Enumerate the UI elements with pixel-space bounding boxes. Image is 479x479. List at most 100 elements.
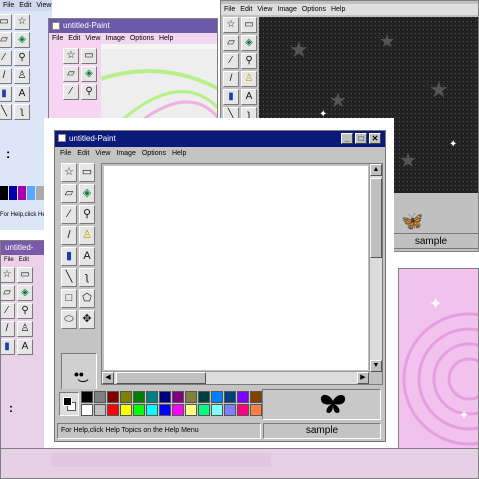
magnifier-icon[interactable]: ⚲ — [17, 303, 33, 319]
vertical-scrollbar[interactable]: ▲ ▼ — [369, 164, 382, 372]
palette-swatch[interactable] — [211, 404, 223, 416]
brush-icon[interactable]: ♙ — [79, 226, 95, 245]
text-icon[interactable]: A — [241, 89, 257, 105]
eraser-icon[interactable]: ▱ — [0, 32, 12, 48]
palette-swatch[interactable] — [198, 404, 210, 416]
menu-help[interactable]: Help — [331, 6, 345, 13]
rectangle-icon[interactable]: □ — [61, 289, 77, 308]
palette-swatch[interactable] — [120, 404, 132, 416]
fill-bucket-icon[interactable]: ◈ — [14, 32, 30, 48]
menu-help[interactable]: Help — [172, 150, 186, 157]
palette-swatch[interactable] — [185, 404, 197, 416]
menu-view[interactable]: View — [257, 6, 272, 13]
menu-view[interactable]: View — [95, 150, 110, 157]
palette-swatch[interactable] — [159, 404, 171, 416]
rect-select-icon[interactable]: ▭ — [241, 17, 257, 33]
palette-swatch[interactable] — [250, 404, 262, 416]
menu-image[interactable]: Image — [116, 150, 135, 157]
palette-swatch[interactable] — [133, 404, 145, 416]
airbrush-icon[interactable]: ▮ — [61, 247, 77, 266]
eyedropper-icon[interactable]: ⁄ — [0, 50, 12, 66]
palette-swatch[interactable] — [81, 391, 93, 403]
menu-edit[interactable]: Edit — [19, 257, 29, 263]
eraser-icon[interactable]: ▱ — [1, 285, 15, 301]
palette-swatch[interactable] — [172, 404, 184, 416]
palette-swatch[interactable] — [133, 391, 145, 403]
pencil-icon[interactable]: / — [223, 71, 239, 87]
eyedropper-icon[interactable]: ⁄ — [63, 84, 79, 100]
curve-icon[interactable]: ʅ — [14, 104, 30, 120]
scroll-left-arrow-icon[interactable]: ◀ — [102, 372, 114, 384]
lasso-icon[interactable]: ☆ — [14, 14, 30, 30]
eraser-icon[interactable]: ▱ — [63, 66, 79, 82]
foreground-color-swatch[interactable] — [63, 397, 72, 406]
menu-image[interactable]: Image — [277, 6, 296, 13]
magnifier-icon[interactable]: ⚲ — [241, 53, 257, 69]
text-icon[interactable]: A — [79, 247, 95, 266]
menu-file[interactable]: File — [3, 2, 14, 9]
magnifier-icon[interactable]: ⚲ — [79, 205, 95, 224]
palette-swatch[interactable] — [120, 391, 132, 403]
palette-swatch[interactable] — [107, 391, 119, 403]
menu-options[interactable]: Options — [130, 35, 154, 42]
paint-titlebar[interactable]: untitled-Paint _ □ ✕ — [55, 131, 385, 147]
airbrush-icon[interactable]: ▮ — [223, 89, 239, 105]
free-select-icon[interactable]: ☆ — [223, 17, 239, 33]
menu-options[interactable]: Options — [302, 6, 326, 13]
palette-swatch[interactable] — [237, 391, 249, 403]
menu-file[interactable]: File — [60, 150, 71, 157]
brush-icon[interactable]: ♙ — [14, 68, 30, 84]
palette-swatch[interactable] — [146, 404, 158, 416]
palette-swatch[interactable] — [185, 391, 197, 403]
palette-swatch[interactable] — [250, 391, 262, 403]
palette-swatch[interactable] — [172, 391, 184, 403]
horizontal-scroll-thumb[interactable] — [116, 372, 206, 384]
vertical-scroll-thumb[interactable] — [370, 178, 382, 258]
menu-image[interactable]: Image — [105, 35, 124, 42]
palette-swatch[interactable] — [107, 404, 119, 416]
palette-swatch[interactable] — [237, 404, 249, 416]
palette-swatch[interactable] — [198, 391, 210, 403]
fill-bucket-icon[interactable]: ◈ — [17, 285, 33, 301]
text-icon[interactable]: A — [17, 339, 33, 355]
menu-edit[interactable]: Edit — [68, 35, 80, 42]
menu-file[interactable]: File — [52, 35, 63, 42]
magnifier-icon[interactable]: ⚲ — [81, 84, 97, 100]
brush-icon[interactable]: ♙ — [17, 321, 33, 337]
eyedropper-icon[interactable]: ⁄ — [223, 53, 239, 69]
menu-edit[interactable]: Edit — [77, 150, 89, 157]
airbrush-icon[interactable]: ▮ — [1, 339, 15, 355]
rect-select-icon[interactable]: ▭ — [0, 14, 12, 30]
free-select-icon[interactable]: ☆ — [61, 163, 77, 182]
text-icon[interactable]: A — [14, 86, 30, 102]
close-button[interactable]: ✕ — [369, 133, 381, 144]
rect-select-icon[interactable]: ▭ — [79, 163, 95, 182]
menu-edit[interactable]: Edit — [19, 2, 31, 9]
eyedropper-icon[interactable]: ⁄ — [1, 303, 15, 319]
airbrush-icon[interactable]: ▮ — [0, 86, 12, 102]
eraser-icon[interactable]: ▱ — [223, 35, 239, 51]
line-icon[interactable]: ╲ — [61, 268, 77, 287]
menu-options[interactable]: Options — [142, 150, 166, 157]
pencil-icon[interactable]: / — [61, 226, 77, 245]
palette-swatch[interactable] — [81, 404, 93, 416]
menu-edit[interactable]: Edit — [240, 6, 252, 13]
menu-file[interactable]: File — [224, 6, 235, 13]
palette-swatch[interactable] — [146, 391, 158, 403]
line-icon[interactable]: ╲ — [0, 104, 12, 120]
ellipse-icon[interactable]: ⬭ — [61, 310, 77, 329]
menu-help[interactable]: Help — [159, 35, 173, 42]
minimize-button[interactable]: _ — [341, 133, 353, 144]
palette-swatch[interactable] — [224, 391, 236, 403]
palette-swatch[interactable] — [94, 391, 106, 403]
current-colors-indicator[interactable] — [59, 392, 79, 416]
palette-swatch[interactable] — [159, 391, 171, 403]
horizontal-scrollbar[interactable]: ◀ ▶ — [102, 371, 369, 384]
rect-select-icon[interactable]: ▭ — [81, 48, 97, 64]
curve-icon[interactable]: ʅ — [79, 268, 95, 287]
pencil-icon[interactable]: / — [0, 68, 12, 84]
pencil-icon[interactable]: / — [1, 321, 15, 337]
palette-swatch[interactable] — [94, 404, 106, 416]
rect-select-icon[interactable]: ▭ — [17, 267, 33, 283]
scroll-down-arrow-icon[interactable]: ▼ — [370, 360, 382, 372]
